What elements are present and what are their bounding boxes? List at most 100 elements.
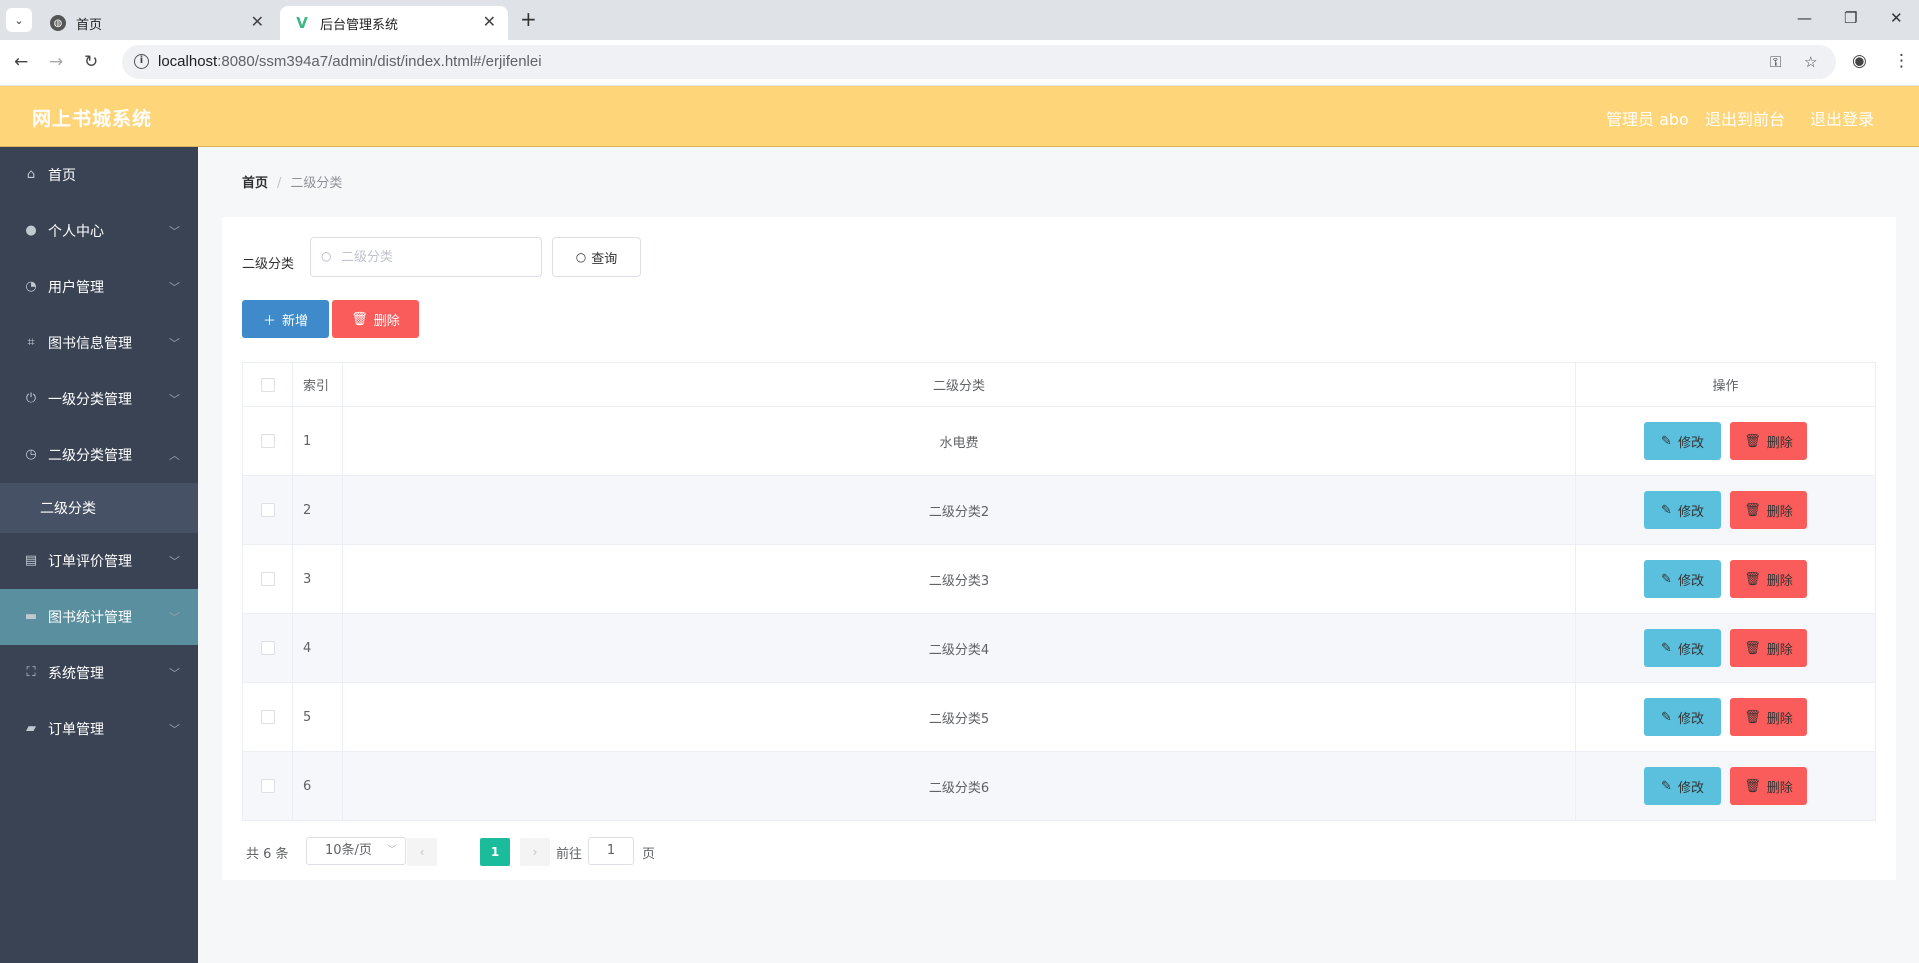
category-table: 索引 二级分类 操作 1 水电费 ✎ 修改 🗑 删除 2 二级分类2 ✎ 修改 🗑 删除 3 二级分类3 ✎… — [242, 362, 1876, 821]
delete-button-label: 删除 — [1766, 573, 1793, 589]
delete-button-label: 删除 — [373, 313, 400, 329]
sidebar-item-book-info[interactable]: ⌗ 图书信息管理 ﹀ — [0, 315, 198, 371]
chevron-down-icon: ﹀ — [169, 667, 180, 680]
row-checkbox[interactable] — [260, 503, 275, 517]
trash-icon: 🗑 — [1744, 571, 1761, 587]
row-index: 6 — [293, 752, 343, 820]
url-text: localhost:8080/ssm394a7/admin/dist/index… — [158, 53, 542, 70]
page-suffix: 页 — [642, 847, 656, 862]
trash-icon: 🗑 — [1744, 709, 1761, 725]
batch-delete-button[interactable]: 🗑 删除 — [332, 300, 419, 338]
sidebar-item-orders[interactable]: ▰ 订单管理 ﹀ — [0, 701, 198, 757]
search-field[interactable]: ○ — [310, 237, 542, 277]
edit-icon: ✎ — [1661, 709, 1672, 725]
edit-button[interactable]: ✎ 修改 — [1644, 422, 1721, 460]
sidebar-item-label: 订单评价管理 — [48, 554, 132, 570]
site-info-icon[interactable]: i — [134, 54, 149, 69]
add-button[interactable]: ＋ 新增 — [242, 300, 329, 338]
window-close-icon[interactable]: ✕ — [1890, 9, 1903, 27]
row-checkbox[interactable] — [260, 710, 275, 724]
delete-button-label: 删除 — [1766, 711, 1793, 727]
row-checkbox[interactable] — [260, 641, 275, 655]
sidebar-item-label: 图书信息管理 — [48, 336, 132, 352]
row-checkbox[interactable] — [260, 572, 275, 586]
table-body: 1 水电费 ✎ 修改 🗑 删除 2 二级分类2 ✎ 修改 🗑 删除 3 二级分类3 ✎ 修改 🗑 删除 4 二级分类4… — [243, 407, 1875, 821]
search-icon: ○ — [575, 250, 587, 264]
edit-button[interactable]: ✎ 修改 — [1644, 698, 1721, 736]
breadcrumb-home[interactable]: 首页 — [242, 176, 268, 191]
delete-button[interactable]: 🗑 删除 — [1730, 560, 1807, 598]
edit-button[interactable]: ✎ 修改 — [1644, 560, 1721, 598]
delete-button[interactable]: 🗑 删除 — [1730, 698, 1807, 736]
restore-icon[interactable]: ❐ — [1844, 9, 1857, 27]
profile-icon[interactable]: ◉ — [1852, 51, 1867, 71]
edit-icon: ✎ — [1661, 571, 1672, 587]
page-size-select[interactable]: 10条/页 ﹀ — [306, 837, 406, 865]
delete-button[interactable]: 🗑 删除 — [1730, 491, 1807, 529]
goto-page-input[interactable]: 1 — [588, 837, 634, 865]
trash-icon: 🗑 — [351, 311, 368, 327]
more-menu-icon[interactable]: ⋮ — [1893, 51, 1910, 71]
row-checkbox[interactable] — [260, 434, 275, 448]
back-to-front-link[interactable]: 退出到前台 — [1705, 106, 1785, 130]
key-icon[interactable]: ⚿ — [1770, 53, 1781, 71]
header-checkbox-cell — [243, 363, 293, 406]
row-checkbox[interactable] — [260, 779, 275, 793]
sidebar-subitem-level2[interactable]: 二级分类 — [0, 483, 198, 533]
tab-search-button[interactable]: ⌄ — [6, 8, 32, 32]
row-checkbox-cell — [243, 752, 293, 820]
column-header-ops: 操作 — [1712, 379, 1739, 394]
delete-button[interactable]: 🗑 删除 — [1730, 629, 1807, 667]
sidebar-item-home[interactable]: ⌂ 首页 — [0, 147, 198, 203]
close-icon[interactable]: ✕ — [251, 14, 264, 30]
compass-icon: ◷ — [25, 447, 37, 462]
browser-tab-home[interactable]: ◍ 首页 ✕ — [36, 6, 276, 40]
query-button[interactable]: ○ 查询 — [552, 237, 641, 277]
delete-button[interactable]: 🗑 删除 — [1730, 422, 1807, 460]
row-actions: ✎ 修改 🗑 删除 — [1576, 476, 1875, 544]
sidebar-item-label: 系统管理 — [48, 666, 104, 682]
select-all-checkbox[interactable] — [260, 377, 275, 392]
table-row: 3 二级分类3 ✎ 修改 🗑 删除 — [243, 545, 1875, 614]
sidebar-item-personal-center[interactable]: ● 个人中心 ﹀ — [0, 203, 198, 259]
chevron-down-icon: ﹀ — [169, 723, 180, 736]
sidebar-item-level2-category[interactable]: ◷ 二级分类管理 ︿ — [0, 427, 198, 483]
pagination-total: 共 6 条 — [246, 847, 289, 862]
delete-button-label: 删除 — [1766, 435, 1793, 451]
table-row: 2 二级分类2 ✎ 修改 🗑 删除 — [243, 476, 1875, 545]
page-number-current[interactable]: 1 — [480, 838, 510, 866]
edit-button[interactable]: ✎ 修改 — [1644, 629, 1721, 667]
tab-title: 后台管理系统 — [320, 17, 399, 33]
url-field[interactable]: i localhost:8080/ssm394a7/admin/dist/ind… — [122, 45, 1836, 79]
sidebar-item-label: 首页 — [48, 168, 76, 184]
browser-tab-admin[interactable]: V 后台管理系统 ✕ — [280, 6, 508, 40]
chevron-down-icon: ﹀ — [387, 845, 397, 856]
row-actions: ✎ 修改 🗑 删除 — [1576, 752, 1875, 820]
back-icon[interactable]: ← — [14, 52, 28, 72]
sidebar-item-level1-category[interactable]: ⏻ 一级分类管理 ﹀ — [0, 371, 198, 427]
breadcrumb: 首页 / 二级分类 — [242, 172, 342, 191]
sidebar-item-order-review[interactable]: ▤ 订单评价管理 ﹀ — [0, 533, 198, 589]
next-page-button[interactable]: › — [520, 838, 550, 866]
sidebar-item-book-stats[interactable]: ▬ 图书统计管理 ﹀ — [0, 589, 198, 645]
logout-link[interactable]: 退出登录 — [1810, 106, 1874, 130]
user-icon: ● — [25, 223, 37, 238]
new-tab-icon[interactable]: + — [520, 9, 537, 29]
close-icon[interactable]: ✕ — [483, 14, 496, 30]
chevron-down-icon: ﹀ — [169, 611, 180, 624]
current-user: 管理员 abo — [1606, 110, 1689, 129]
reload-icon[interactable]: ↻ — [84, 52, 98, 72]
delete-button[interactable]: 🗑 删除 — [1730, 767, 1807, 805]
sidebar-item-user-management[interactable]: ◔ 用户管理 ﹀ — [0, 259, 198, 315]
breadcrumb-separator: / — [277, 176, 282, 191]
prev-page-button[interactable]: ‹ — [407, 838, 437, 866]
edit-button[interactable]: ✎ 修改 — [1644, 767, 1721, 805]
edit-button[interactable]: ✎ 修改 — [1644, 491, 1721, 529]
minimize-icon[interactable]: — — [1797, 9, 1812, 27]
sidebar-item-system[interactable]: ⛶ 系统管理 ﹀ — [0, 645, 198, 701]
search-input[interactable] — [341, 247, 531, 267]
star-icon[interactable]: ☆ — [1804, 53, 1817, 71]
forward-icon[interactable]: → — [49, 52, 63, 72]
clipboard-icon: ▤ — [24, 553, 38, 568]
crop-icon: ⌗ — [27, 335, 35, 350]
